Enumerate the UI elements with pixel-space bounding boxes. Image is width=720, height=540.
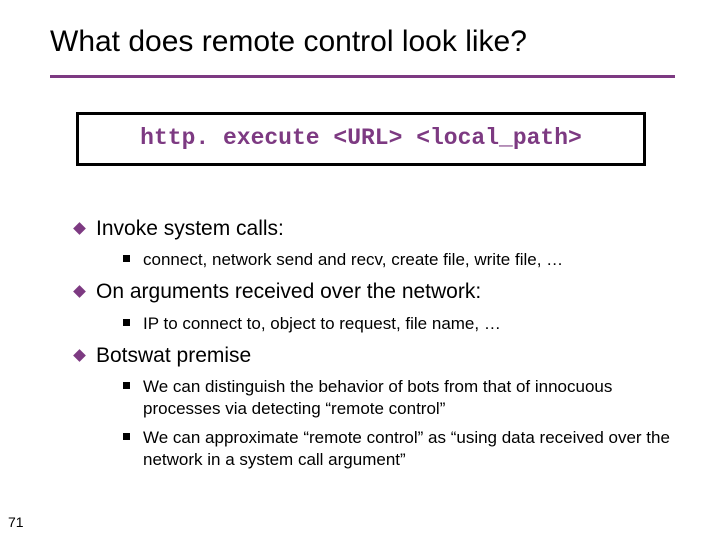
bullet-text: We can distinguish the behavior of bots … [143, 376, 670, 420]
square-bullet-icon [123, 433, 130, 440]
bullet-text: Invoke system calls: [96, 216, 284, 242]
square-bullet-icon [123, 382, 130, 389]
bullet-level2: connect, network send and recv, create f… [123, 249, 670, 271]
square-bullet-icon [123, 255, 130, 262]
title-underline [50, 75, 675, 78]
bullet-text: connect, network send and recv, create f… [143, 249, 563, 271]
bullet-level1: Botswat premise [75, 343, 670, 369]
diamond-bullet-icon [73, 349, 86, 362]
body-content: Invoke system calls: connect, network se… [75, 208, 670, 477]
bullet-text: Botswat premise [96, 343, 251, 369]
bullet-level1: Invoke system calls: [75, 216, 670, 242]
bullet-text: We can approximate “remote control” as “… [143, 427, 670, 471]
bullet-level2: IP to connect to, object to request, fil… [123, 313, 670, 335]
square-bullet-icon [123, 319, 130, 326]
slide: What does remote control look like? http… [0, 0, 720, 540]
diamond-bullet-icon [73, 222, 86, 235]
command-text: http. execute <URL> <local_path> [140, 125, 582, 151]
bullet-text: IP to connect to, object to request, fil… [143, 313, 501, 335]
command-box: http. execute <URL> <local_path> [76, 112, 646, 166]
bullet-level2: We can distinguish the behavior of bots … [123, 376, 670, 420]
bullet-text: On arguments received over the network: [96, 279, 481, 305]
diamond-bullet-icon [73, 285, 86, 298]
page-number: 71 [8, 514, 24, 530]
slide-title: What does remote control look like? [50, 25, 527, 59]
bullet-level1: On arguments received over the network: [75, 279, 670, 305]
bullet-level2: We can approximate “remote control” as “… [123, 427, 670, 471]
